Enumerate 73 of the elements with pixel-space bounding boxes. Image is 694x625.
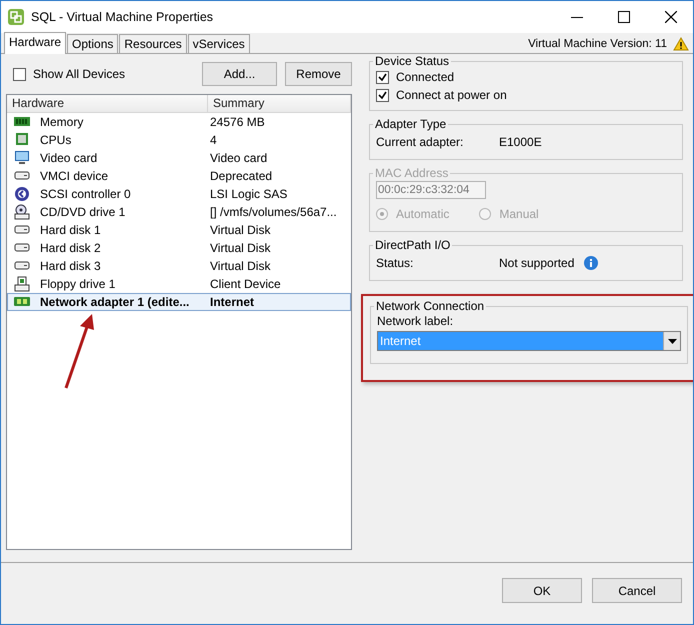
dialog-button[interactable]: OK (502, 578, 582, 603)
app-logo-icon (8, 9, 24, 25)
checkbox-label: Connected (396, 70, 454, 84)
checkbox[interactable] (376, 88, 389, 102)
table-cell: 4 (210, 133, 217, 147)
table-cell: Hard disk 3 (40, 259, 101, 273)
table-row[interactable]: Hard disk 1 Virtual Disk (7, 221, 351, 239)
table-cell: Floppy drive 1 (40, 277, 116, 291)
window-title: SQL - Virtual Machine Properties (31, 10, 214, 24)
table-cell: Virtual Disk (210, 223, 270, 237)
warning-icon (673, 37, 689, 51)
table-cell: Network adapter 1 (edite... (40, 295, 190, 309)
table-cell: SCSI controller 0 (40, 187, 131, 201)
table-cell: Hard disk 1 (40, 223, 101, 237)
table-row[interactable]: Video card Video card (7, 149, 351, 167)
table-cell: Video card (210, 151, 268, 165)
checkbox-label: Show All Devices (33, 67, 126, 81)
table-cell: Virtual Disk (210, 241, 270, 255)
cd-drive-icon (14, 204, 30, 220)
table-cell: Client Device (210, 277, 281, 291)
group-title: Device Status (374, 54, 450, 68)
checkbox-label: Connect at power on (396, 88, 507, 102)
dialog-button[interactable]: Cancel (592, 578, 682, 603)
table-cell: Memory (40, 115, 84, 129)
table-cell: CD/DVD drive 1 (40, 205, 126, 219)
caret-icon (668, 338, 676, 344)
table-cell: CPUs (40, 133, 72, 147)
info-icon (584, 256, 598, 270)
table-cell: [] /vmfs/volumes/56a7... (210, 205, 337, 219)
radio-label: Manual (499, 207, 539, 221)
table-row[interactable]: Hard disk 2 Virtual Disk (7, 239, 351, 257)
field-value: E1000E (499, 135, 542, 149)
toolbar-button[interactable]: Add... (202, 62, 277, 86)
field-label: Network label: (377, 314, 454, 328)
table-cell: VMCI device (40, 169, 108, 183)
table-row[interactable]: CD/DVD drive 1 [] /vmfs/volumes/56a7... (7, 203, 351, 221)
table-cell: LSI Logic SAS (210, 187, 288, 201)
tab[interactable]: Options (67, 34, 118, 53)
table-row[interactable]: Hard disk 3 Virtual Disk (7, 257, 351, 275)
group-title: Network Connection (375, 299, 486, 313)
table-cell: Internet (210, 295, 254, 309)
field-label: Status: (376, 256, 414, 270)
table-cell: Virtual Disk (210, 259, 270, 273)
tab[interactable]: vServices (188, 34, 250, 53)
group-title: Adapter Type (374, 117, 448, 131)
checkbox[interactable] (376, 70, 389, 84)
monitor-icon (14, 150, 30, 166)
table-cell: Deprecated (210, 169, 272, 183)
maximize-icon (618, 11, 630, 23)
radio-label: Automatic (396, 207, 450, 221)
table-row[interactable]: SCSI controller 0 LSI Logic SAS (7, 185, 351, 203)
table-row[interactable]: VMCI device Deprecated (7, 167, 351, 185)
table-cell: Video card (40, 151, 98, 165)
tab[interactable]: Resources (119, 34, 187, 53)
field-value: Not supported (499, 256, 574, 270)
table-row[interactable]: CPUs 4 (7, 131, 351, 149)
chip-icon (14, 132, 30, 148)
group-title: MAC Address (374, 166, 450, 180)
group-title: DirectPath I/O (374, 238, 452, 252)
checkbox[interactable] (13, 68, 26, 80)
field-label: Current adapter: (376, 135, 464, 149)
close-icon (665, 11, 677, 23)
column-header[interactable]: Hardware (7, 95, 208, 112)
table-row[interactable]: Network adapter 1 (edite... Internet (7, 293, 351, 311)
floppy-drive-icon (14, 276, 30, 292)
table-cell: Hard disk 2 (40, 241, 101, 255)
toolbar-button[interactable]: Remove (285, 62, 352, 86)
table-cell: 24576 MB (210, 115, 265, 129)
table-row[interactable]: Floppy drive 1 Client Device (7, 275, 351, 293)
column-header[interactable]: Summary (208, 95, 351, 112)
tab[interactable]: Hardware (4, 32, 66, 54)
table-row[interactable]: Memory 24576 MB (7, 113, 351, 131)
version-label: Virtual Machine Version: 11 (528, 38, 667, 50)
